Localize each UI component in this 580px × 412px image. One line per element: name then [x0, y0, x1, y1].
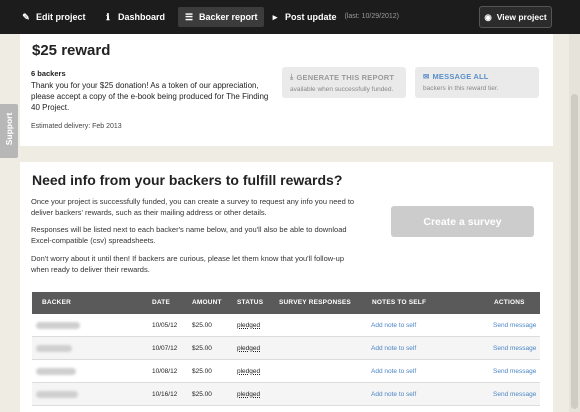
- backer-name-redacted: [36, 368, 76, 375]
- col-status[interactable]: STATUS: [237, 292, 263, 314]
- send-message-link[interactable]: Send message: [493, 337, 536, 360]
- row-status: pledged: [237, 322, 261, 329]
- backer-name-redacted: [36, 391, 78, 398]
- row-amount: $25.00: [192, 322, 212, 329]
- generate-report-box: ⤓ GENERATE THIS REPORT available when su…: [282, 67, 406, 98]
- backer-table: BACKER DATE AMOUNT STATUS SURVEY RESPONS…: [32, 292, 540, 406]
- reward-description: Thank you for your $25 donation! As a to…: [31, 81, 269, 112]
- reward-title: $25 reward: [32, 42, 111, 59]
- row-amount: $25.00: [192, 391, 212, 398]
- add-note-link[interactable]: Add note to self: [371, 337, 416, 360]
- add-note-link[interactable]: Add note to self: [371, 360, 416, 383]
- message-all-link[interactable]: MESSAGE ALL: [432, 72, 488, 81]
- row-amount: $25.00: [192, 345, 212, 352]
- row-date: 10/08/12: [152, 368, 178, 375]
- row-status: pledged: [237, 345, 261, 352]
- send-message-link[interactable]: Send message: [493, 360, 536, 383]
- table-row: 10/16/12 $25.00 pledged Add note to self…: [32, 383, 540, 406]
- row-date: 10/07/12: [152, 345, 178, 352]
- support-label: Support: [4, 112, 14, 146]
- col-amount[interactable]: AMOUNT: [192, 292, 222, 314]
- add-note-link[interactable]: Add note to self: [371, 314, 416, 337]
- row-status: pledged: [237, 391, 261, 398]
- reward-panel: $25 reward 6 backers Thank you for your …: [20, 34, 553, 146]
- envelope-icon: ✉: [423, 72, 430, 81]
- create-survey-button[interactable]: Create a survey: [391, 206, 534, 237]
- col-backer[interactable]: BACKER: [42, 292, 71, 314]
- info-icon: ℹ: [106, 12, 110, 22]
- send-message-link[interactable]: Send message: [493, 383, 536, 406]
- backer-name-redacted: [36, 345, 72, 352]
- survey-info-paragraph-3: Don't worry about it until then! If back…: [31, 254, 345, 274]
- survey-info-panel: Need info from your backers to fulfill r…: [20, 162, 553, 412]
- survey-info-paragraph-1: Once your project is successfully funded…: [31, 197, 355, 217]
- generate-report-title: GENERATE THIS REPORT: [296, 72, 395, 82]
- col-notes: NOTES TO SELF: [372, 299, 427, 306]
- send-message-link[interactable]: Send message: [493, 314, 536, 337]
- support-tab[interactable]: Support: [0, 104, 18, 158]
- row-amount: $25.00: [192, 368, 212, 375]
- row-date: 10/16/12: [152, 391, 178, 398]
- add-note-link[interactable]: Add note to self: [371, 383, 416, 406]
- view-project-button[interactable]: ◉ View project: [479, 6, 552, 28]
- backer-name-redacted: [36, 322, 80, 329]
- page-scrollbar[interactable]: [569, 34, 580, 412]
- col-actions: ACTIONS: [494, 299, 525, 306]
- nav-label: Dashboard: [118, 12, 166, 22]
- nav-edit-project[interactable]: ✎ Edit project: [15, 7, 92, 27]
- nav-label: Backer report: [199, 12, 258, 22]
- last-update-note: (last: 10/29/2012): [344, 13, 399, 20]
- nav-label: Edit project: [36, 12, 86, 22]
- message-all-box[interactable]: ✉ MESSAGE ALL backers in this reward tie…: [415, 67, 539, 98]
- nav-label: Post update: [285, 12, 337, 22]
- scrollbar-thumb[interactable]: [571, 94, 578, 409]
- eye-icon: ◉: [484, 11, 492, 22]
- pencil-icon: ✎: [22, 12, 30, 22]
- nav-dashboard[interactable]: ℹ Dashboard: [97, 7, 171, 27]
- view-project-label: View project: [496, 12, 547, 22]
- backers-count: 6 backers: [31, 69, 66, 78]
- table-row: 10/07/12 $25.00 pledged Add note to self…: [32, 337, 540, 360]
- survey-info-title: Need info from your backers to fulfill r…: [32, 172, 343, 188]
- row-date: 10/05/12: [152, 322, 178, 329]
- row-status: pledged: [237, 368, 261, 375]
- nav-backer-report[interactable]: ☰ Backer report: [178, 7, 264, 27]
- table-row: 10/08/12 $25.00 pledged Add note to self…: [32, 360, 540, 383]
- megaphone-icon: ▸: [272, 12, 278, 22]
- table-header: BACKER DATE AMOUNT STATUS SURVEY RESPONS…: [32, 292, 540, 314]
- col-survey-responses: SURVEY RESPONSES: [279, 299, 351, 306]
- survey-info-paragraph-2: Responses will be listed next to each ba…: [31, 225, 347, 245]
- top-nav: ✎ Edit project ℹ Dashboard ☰ Backer repo…: [0, 0, 580, 34]
- list-icon: ☰: [184, 12, 194, 22]
- generate-report-sub: available when successfully funded.: [290, 86, 394, 93]
- download-icon: ⤓: [290, 72, 294, 81]
- col-date[interactable]: DATE: [152, 292, 170, 314]
- estimated-delivery: Estimated delivery: Feb 2013: [31, 123, 122, 130]
- nav-post-update[interactable]: ▸ Post update (last: 10/29/2012): [264, 7, 405, 27]
- message-all-sub: backers in this reward tier.: [423, 85, 499, 92]
- table-row: 10/05/12 $25.00 pledged Add note to self…: [32, 314, 540, 337]
